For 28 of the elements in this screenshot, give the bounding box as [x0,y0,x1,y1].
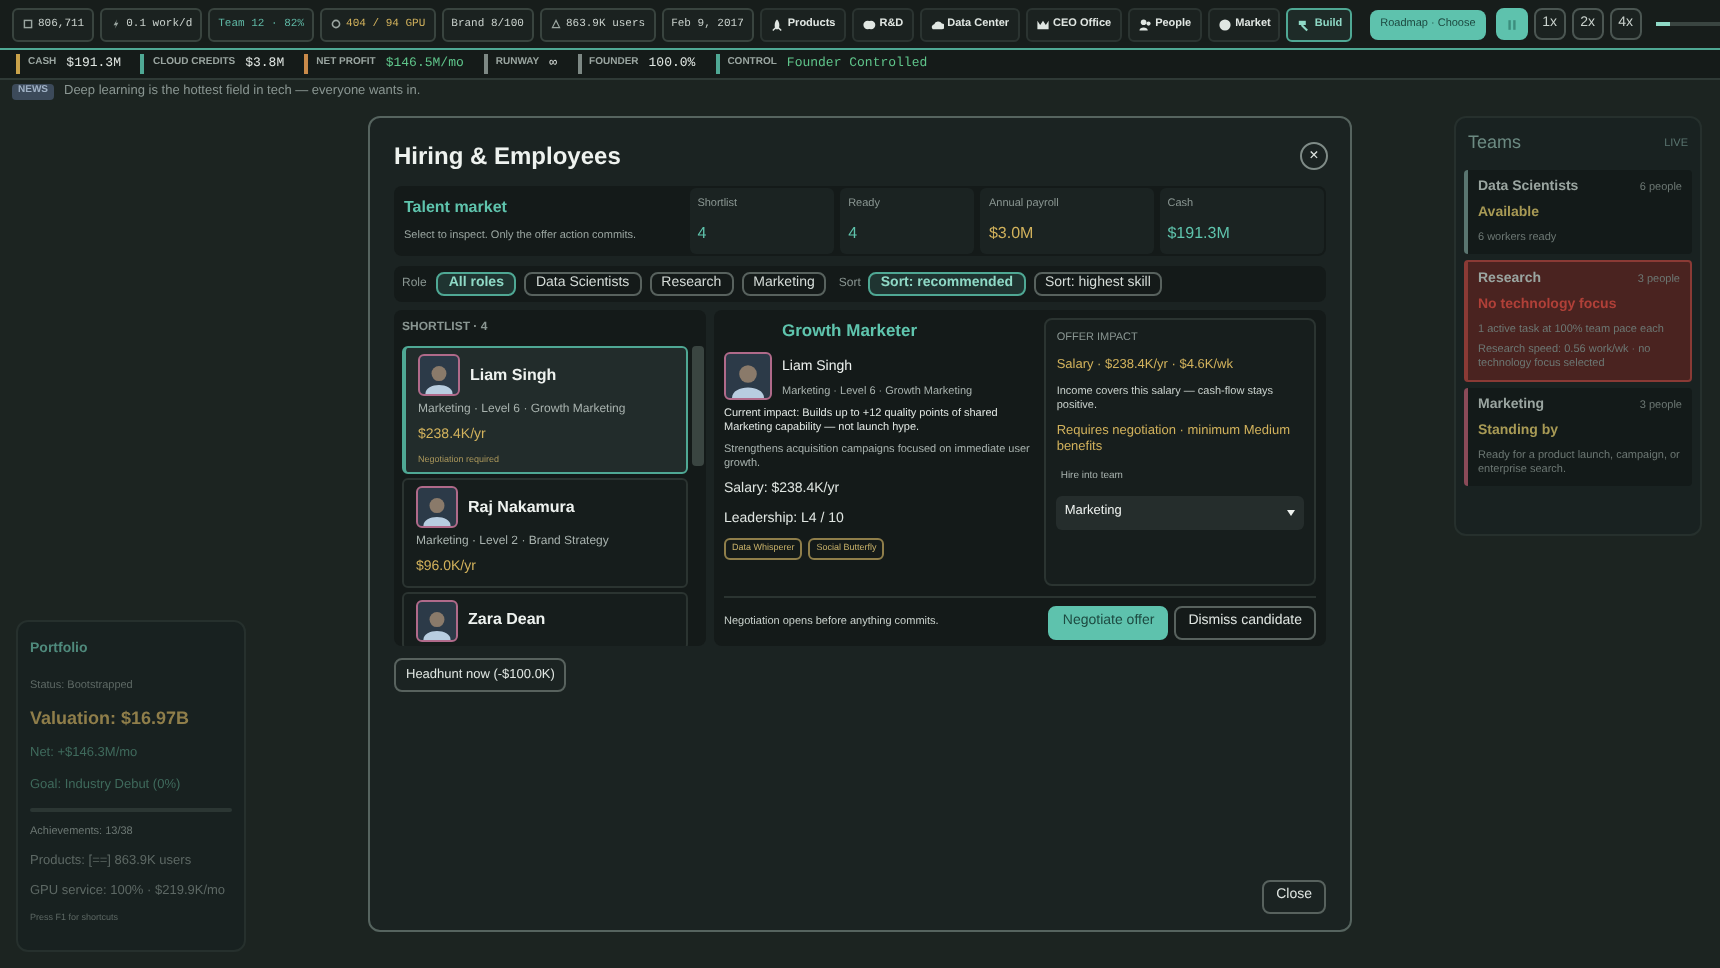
people-icon [1137,17,1152,31]
pause-button[interactable] [1495,8,1528,40]
valuation-text: Valuation: $16.97B [30,705,192,732]
close-button[interactable]: × [1300,141,1328,169]
candidate-name: Liam Singh [470,363,557,387]
rocket-icon [769,17,784,31]
stat-value: $191.3M [1167,222,1232,246]
stat-value: 4 [848,222,860,246]
stat-value: 4 [697,222,709,246]
panel-title: Teams [1468,130,1522,156]
stat-value: $3.0M [988,222,1036,246]
cloud-icon [929,17,944,31]
candidate-name: Zara Dean [468,608,546,633]
avatar-icon [724,351,772,400]
avatar-icon [418,354,460,396]
summary-title: Talent market [404,196,509,221]
caret-icon [1286,507,1296,517]
crown-icon [1035,17,1050,31]
bolt-icon [110,18,123,30]
role-title: Growth Marketer [780,318,920,344]
hammer-icon [1296,17,1311,31]
pause-icon [1505,17,1518,31]
candidate-name: Raj Nakamura [468,495,575,520]
avatar-icon [416,486,458,529]
candidate-card[interactable]: Zara Dean [402,591,688,646]
avatar-icon [416,599,458,642]
scrollbar-thumb[interactable] [692,346,704,466]
dialog-title: Hiring & Employees [394,139,621,173]
